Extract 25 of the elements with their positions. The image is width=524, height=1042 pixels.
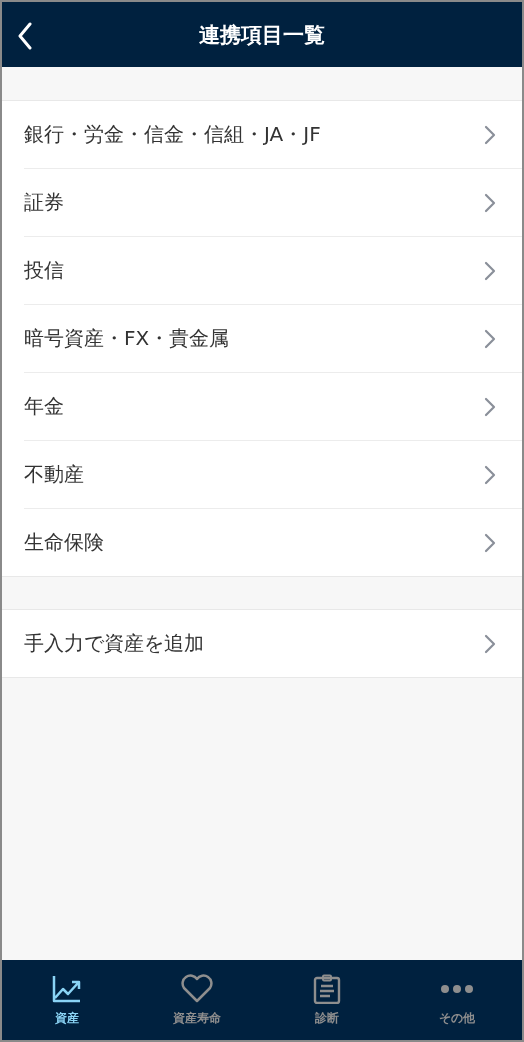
list-item[interactable]: 証券 — [24, 169, 522, 237]
heart-icon — [180, 973, 214, 1004]
chevron-right-icon — [484, 464, 496, 485]
list-item[interactable]: 手入力で資産を追加 — [24, 610, 522, 677]
chevron-right-icon — [484, 532, 496, 553]
tab[interactable]: 診断 — [262, 960, 392, 1040]
more-icon — [440, 983, 474, 994]
chevron-right-icon — [484, 633, 496, 654]
list-item[interactable]: 年金 — [24, 373, 522, 441]
tab[interactable]: その他 — [392, 960, 522, 1040]
chevron-right-icon — [484, 124, 496, 145]
chevron-right-icon — [484, 328, 496, 349]
tab[interactable]: 資産寿命 — [132, 960, 262, 1040]
clipboard-icon — [313, 973, 341, 1004]
list-item[interactable]: 銀行・労金・信金・信組・JA・JF — [24, 101, 522, 169]
list-item[interactable]: 暗号資産・FX・貴金属 — [24, 305, 522, 373]
tab[interactable]: 資産 — [2, 960, 132, 1040]
chevron-right-icon — [484, 260, 496, 281]
list-item[interactable]: 不動産 — [24, 441, 522, 509]
list-item[interactable]: 投信 — [24, 237, 522, 305]
line-chart-icon — [52, 973, 82, 1004]
list-item[interactable]: 生命保険 — [24, 509, 522, 576]
chevron-right-icon — [484, 192, 496, 213]
chevron-right-icon — [484, 396, 496, 417]
page-title: 連携項目一覧 — [199, 21, 325, 49]
